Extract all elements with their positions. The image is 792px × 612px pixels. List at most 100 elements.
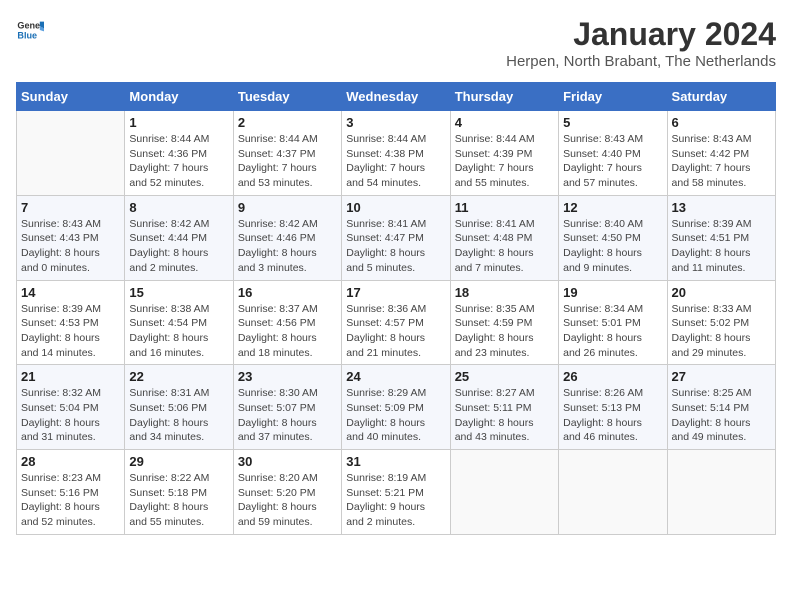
table-row: 14 Sunrise: 8:39 AMSunset: 4:53 PMDayligh… bbox=[17, 280, 125, 365]
day-number: 20 bbox=[672, 285, 771, 300]
calendar-week-row: 28 Sunrise: 8:23 AMSunset: 5:16 PMDayligh… bbox=[17, 450, 776, 535]
day-info: Sunrise: 8:19 AMSunset: 5:21 PMDaylight:… bbox=[346, 471, 445, 530]
day-number: 21 bbox=[21, 369, 120, 384]
day-number: 19 bbox=[563, 285, 662, 300]
day-number: 17 bbox=[346, 285, 445, 300]
table-row: 28 Sunrise: 8:23 AMSunset: 5:16 PMDayligh… bbox=[17, 450, 125, 535]
day-info: Sunrise: 8:42 AMSunset: 4:44 PMDaylight:… bbox=[129, 217, 228, 276]
day-info: Sunrise: 8:35 AMSunset: 4:59 PMDaylight:… bbox=[455, 302, 554, 361]
table-row: 29 Sunrise: 8:22 AMSunset: 5:18 PMDayligh… bbox=[125, 450, 233, 535]
calendar-week-row: 21 Sunrise: 8:32 AMSunset: 5:04 PMDayligh… bbox=[17, 365, 776, 450]
day-info: Sunrise: 8:26 AMSunset: 5:13 PMDaylight:… bbox=[563, 386, 662, 445]
day-info: Sunrise: 8:43 AMSunset: 4:42 PMDaylight:… bbox=[672, 132, 771, 191]
table-row: 11 Sunrise: 8:41 AMSunset: 4:48 PMDayligh… bbox=[450, 195, 558, 280]
table-row: 8 Sunrise: 8:42 AMSunset: 4:44 PMDaylight… bbox=[125, 195, 233, 280]
table-row: 6 Sunrise: 8:43 AMSunset: 4:42 PMDaylight… bbox=[667, 111, 775, 196]
day-info: Sunrise: 8:44 AMSunset: 4:37 PMDaylight:… bbox=[238, 132, 337, 191]
table-row: 1 Sunrise: 8:44 AMSunset: 4:36 PMDaylight… bbox=[125, 111, 233, 196]
calendar-week-row: 7 Sunrise: 8:43 AMSunset: 4:43 PMDaylight… bbox=[17, 195, 776, 280]
table-row bbox=[667, 450, 775, 535]
day-info: Sunrise: 8:25 AMSunset: 5:14 PMDaylight:… bbox=[672, 386, 771, 445]
day-info: Sunrise: 8:32 AMSunset: 5:04 PMDaylight:… bbox=[21, 386, 120, 445]
day-number: 14 bbox=[21, 285, 120, 300]
page-header: General Blue January 2024 Herpen, North … bbox=[16, 16, 776, 70]
table-row: 13Sunrise: 8:39 AMSunset: 4:51 PMDayligh… bbox=[667, 195, 775, 280]
table-row: 26Sunrise: 8:26 AMSunset: 5:13 PMDayligh… bbox=[559, 365, 667, 450]
table-row: 10 Sunrise: 8:41 AMSunset: 4:47 PMDayligh… bbox=[342, 195, 450, 280]
svg-text:Blue: Blue bbox=[17, 30, 37, 40]
day-info: Sunrise: 8:37 AMSunset: 4:56 PMDaylight:… bbox=[238, 302, 337, 361]
table-row bbox=[559, 450, 667, 535]
table-row: 30 Sunrise: 8:20 AMSunset: 5:20 PMDayligh… bbox=[233, 450, 341, 535]
table-row: 27 Sunrise: 8:25 AMSunset: 5:14 PMDayligh… bbox=[667, 365, 775, 450]
day-number: 27 bbox=[672, 369, 771, 384]
header-saturday: Saturday bbox=[667, 83, 775, 111]
table-row: 21 Sunrise: 8:32 AMSunset: 5:04 PMDayligh… bbox=[17, 365, 125, 450]
day-info: Sunrise: 8:36 AMSunset: 4:57 PMDaylight:… bbox=[346, 302, 445, 361]
day-number: 7 bbox=[21, 200, 120, 215]
header-tuesday: Tuesday bbox=[233, 83, 341, 111]
day-number: 13 bbox=[672, 200, 771, 215]
table-row: 7 Sunrise: 8:43 AMSunset: 4:43 PMDaylight… bbox=[17, 195, 125, 280]
table-row: 22 Sunrise: 8:31 AMSunset: 5:06 PMDayligh… bbox=[125, 365, 233, 450]
table-row: 16 Sunrise: 8:37 AMSunset: 4:56 PMDayligh… bbox=[233, 280, 341, 365]
table-row: 31 Sunrise: 8:19 AMSunset: 5:21 PMDayligh… bbox=[342, 450, 450, 535]
day-number: 22 bbox=[129, 369, 228, 384]
day-number: 31 bbox=[346, 454, 445, 469]
day-number: 5 bbox=[563, 115, 662, 130]
table-row: 18 Sunrise: 8:35 AMSunset: 4:59 PMDayligh… bbox=[450, 280, 558, 365]
header-friday: Friday bbox=[559, 83, 667, 111]
day-info: Sunrise: 8:44 AMSunset: 4:38 PMDaylight:… bbox=[346, 132, 445, 191]
day-number: 18 bbox=[455, 285, 554, 300]
table-row: 4 Sunrise: 8:44 AMSunset: 4:39 PMDaylight… bbox=[450, 111, 558, 196]
title-block: January 2024 Herpen, North Brabant, The … bbox=[506, 16, 776, 70]
calendar-table: Sunday Monday Tuesday Wednesday Thursday… bbox=[16, 82, 776, 535]
header-wednesday: Wednesday bbox=[342, 83, 450, 111]
day-info: Sunrise: 8:31 AMSunset: 5:06 PMDaylight:… bbox=[129, 386, 228, 445]
table-row: 25Sunrise: 8:27 AMSunset: 5:11 PMDayligh… bbox=[450, 365, 558, 450]
day-info: Sunrise: 8:42 AMSunset: 4:46 PMDaylight:… bbox=[238, 217, 337, 276]
day-info: Sunrise: 8:38 AMSunset: 4:54 PMDaylight:… bbox=[129, 302, 228, 361]
day-info: Sunrise: 8:23 AMSunset: 5:16 PMDaylight:… bbox=[21, 471, 120, 530]
day-number: 15 bbox=[129, 285, 228, 300]
logo: General Blue bbox=[16, 16, 44, 44]
day-number: 12 bbox=[563, 200, 662, 215]
calendar-title: January 2024 bbox=[506, 16, 776, 53]
day-info: Sunrise: 8:30 AMSunset: 5:07 PMDaylight:… bbox=[238, 386, 337, 445]
day-info: Sunrise: 8:27 AMSunset: 5:11 PMDaylight:… bbox=[455, 386, 554, 445]
day-number: 29 bbox=[129, 454, 228, 469]
day-info: Sunrise: 8:29 AMSunset: 5:09 PMDaylight:… bbox=[346, 386, 445, 445]
day-number: 16 bbox=[238, 285, 337, 300]
day-number: 10 bbox=[346, 200, 445, 215]
table-row bbox=[17, 111, 125, 196]
day-info: Sunrise: 8:44 AMSunset: 4:39 PMDaylight:… bbox=[455, 132, 554, 191]
day-info: Sunrise: 8:41 AMSunset: 4:48 PMDaylight:… bbox=[455, 217, 554, 276]
day-number: 8 bbox=[129, 200, 228, 215]
day-info: Sunrise: 8:44 AMSunset: 4:36 PMDaylight:… bbox=[129, 132, 228, 191]
calendar-week-row: 1 Sunrise: 8:44 AMSunset: 4:36 PMDaylight… bbox=[17, 111, 776, 196]
day-info: Sunrise: 8:39 AMSunset: 4:53 PMDaylight:… bbox=[21, 302, 120, 361]
day-number: 1 bbox=[129, 115, 228, 130]
table-row: 17 Sunrise: 8:36 AMSunset: 4:57 PMDayligh… bbox=[342, 280, 450, 365]
day-info: Sunrise: 8:22 AMSunset: 5:18 PMDaylight:… bbox=[129, 471, 228, 530]
table-row bbox=[450, 450, 558, 535]
day-number: 3 bbox=[346, 115, 445, 130]
table-row: 5 Sunrise: 8:43 AMSunset: 4:40 PMDaylight… bbox=[559, 111, 667, 196]
day-info: Sunrise: 8:43 AMSunset: 4:40 PMDaylight:… bbox=[563, 132, 662, 191]
table-row: 2Sunrise: 8:44 AMSunset: 4:37 PMDaylight… bbox=[233, 111, 341, 196]
day-info: Sunrise: 8:20 AMSunset: 5:20 PMDaylight:… bbox=[238, 471, 337, 530]
header-sunday: Sunday bbox=[17, 83, 125, 111]
day-number: 9 bbox=[238, 200, 337, 215]
table-row: 9 Sunrise: 8:42 AMSunset: 4:46 PMDaylight… bbox=[233, 195, 341, 280]
logo-icon: General Blue bbox=[16, 16, 44, 44]
day-number: 4 bbox=[455, 115, 554, 130]
table-row: 19 Sunrise: 8:34 AMSunset: 5:01 PMDayligh… bbox=[559, 280, 667, 365]
day-info: Sunrise: 8:34 AMSunset: 5:01 PMDaylight:… bbox=[563, 302, 662, 361]
day-number: 6 bbox=[672, 115, 771, 130]
day-number: 11 bbox=[455, 200, 554, 215]
day-info: Sunrise: 8:43 AMSunset: 4:43 PMDaylight:… bbox=[21, 217, 120, 276]
header-thursday: Thursday bbox=[450, 83, 558, 111]
day-info: Sunrise: 8:41 AMSunset: 4:47 PMDaylight:… bbox=[346, 217, 445, 276]
day-number: 28 bbox=[21, 454, 120, 469]
day-number: 30 bbox=[238, 454, 337, 469]
